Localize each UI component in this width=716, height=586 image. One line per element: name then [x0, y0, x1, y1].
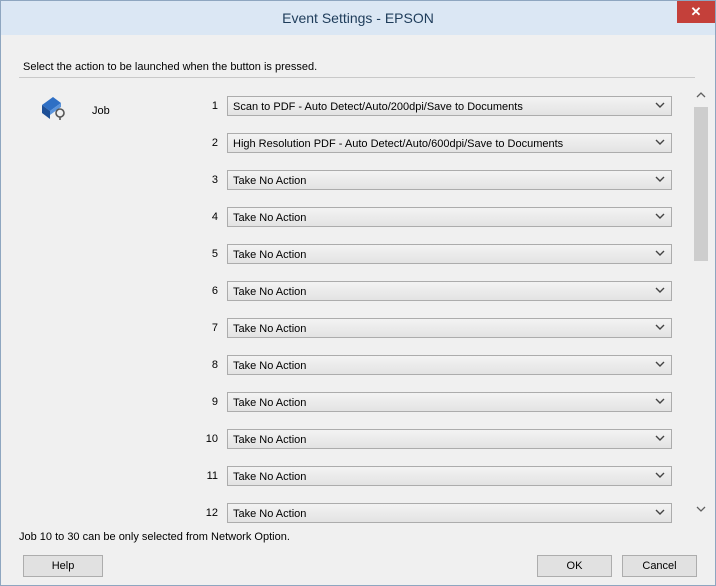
- job-number: 5: [211, 248, 218, 260]
- window-title: Event Settings - EPSON: [282, 10, 434, 26]
- job-number: 11: [206, 470, 218, 482]
- chevron-down-icon: [655, 102, 665, 108]
- footnote-text: Job 10 to 30 can be only selected from N…: [19, 531, 290, 543]
- instruction-text: Select the action to be launched when th…: [23, 61, 318, 73]
- job-row: 4 Take No Action: [196, 207, 672, 229]
- close-button[interactable]: ✕: [677, 1, 715, 23]
- event-settings-window: Event Settings - EPSON ✕ Select the acti…: [0, 0, 716, 586]
- title-bar[interactable]: Event Settings - EPSON ✕: [1, 1, 715, 35]
- job-action-dropdown[interactable]: High Resolution PDF - Auto Detect/Auto/6…: [227, 133, 672, 153]
- dropdown-value: Take No Action: [233, 249, 307, 261]
- divider: [19, 77, 695, 78]
- job-number: 12: [205, 507, 218, 519]
- scanner-job-icon: [42, 97, 65, 120]
- scroll-down-arrow-icon[interactable]: [696, 505, 706, 513]
- job-row: 5 Take No Action: [196, 244, 672, 266]
- job-number: 4: [211, 211, 218, 223]
- job-number: 1: [211, 100, 218, 112]
- job-label: Job: [92, 105, 110, 117]
- job-number: 9: [211, 396, 218, 408]
- job-row: 8 Take No Action: [196, 355, 672, 377]
- dropdown-value: Take No Action: [233, 212, 307, 224]
- job-action-dropdown[interactable]: Take No Action: [227, 503, 672, 523]
- chevron-down-icon: [655, 176, 665, 182]
- dropdown-value: High Resolution PDF - Auto Detect/Auto/6…: [233, 138, 564, 150]
- chevron-down-icon: [655, 361, 665, 367]
- job-row: 10 Take No Action: [196, 429, 672, 451]
- job-number: 6: [211, 285, 218, 297]
- dropdown-value: Take No Action: [233, 175, 307, 187]
- chevron-down-icon: [655, 435, 665, 441]
- job-action-dropdown[interactable]: Take No Action: [227, 170, 672, 190]
- job-action-dropdown[interactable]: Take No Action: [227, 429, 672, 449]
- job-number: 8: [211, 359, 218, 371]
- job-row: 2 High Resolution PDF - Auto Detect/Auto/…: [196, 133, 672, 155]
- dropdown-value: Take No Action: [233, 434, 307, 446]
- chevron-down-icon: [655, 213, 665, 219]
- job-row: 1 Scan to PDF - Auto Detect/Auto/200dpi/S…: [196, 96, 672, 118]
- job-row: 11 Take No Action: [196, 466, 672, 488]
- scroll-up-arrow-icon[interactable]: [696, 91, 706, 99]
- ok-button[interactable]: OK: [537, 555, 612, 577]
- dropdown-value: Scan to PDF - Auto Detect/Auto/200dpi/Sa…: [233, 101, 523, 113]
- chevron-down-icon: [655, 509, 665, 515]
- job-number: 10: [205, 433, 218, 445]
- close-icon: ✕: [690, 4, 702, 19]
- job-action-dropdown[interactable]: Take No Action: [227, 466, 672, 486]
- help-button[interactable]: Help: [23, 555, 103, 577]
- chevron-down-icon: [655, 324, 665, 330]
- chevron-down-icon: [655, 287, 665, 293]
- dropdown-value: Take No Action: [233, 397, 307, 409]
- job-action-dropdown[interactable]: Take No Action: [227, 392, 672, 412]
- job-row: 12 Take No Action: [196, 503, 672, 525]
- dropdown-value: Take No Action: [233, 286, 307, 298]
- job-number: 7: [211, 322, 218, 334]
- job-action-dropdown[interactable]: Take No Action: [227, 318, 672, 338]
- job-action-dropdown[interactable]: Take No Action: [227, 355, 672, 375]
- job-action-dropdown[interactable]: Take No Action: [227, 207, 672, 227]
- vertical-scrollbar[interactable]: [693, 85, 709, 517]
- job-action-dropdown[interactable]: Scan to PDF - Auto Detect/Auto/200dpi/Sa…: [227, 96, 672, 116]
- dropdown-value: Take No Action: [233, 323, 307, 335]
- dropdown-value: Take No Action: [233, 360, 307, 372]
- dropdown-value: Take No Action: [233, 471, 307, 483]
- chevron-down-icon: [655, 398, 665, 404]
- chevron-down-icon: [655, 472, 665, 478]
- job-action-dropdown[interactable]: Take No Action: [227, 281, 672, 301]
- job-number: 2: [211, 137, 218, 149]
- job-row: 6 Take No Action: [196, 281, 672, 303]
- cancel-button[interactable]: Cancel: [622, 555, 697, 577]
- chevron-down-icon: [655, 139, 665, 145]
- chevron-down-icon: [655, 250, 665, 256]
- job-row: 9 Take No Action: [196, 392, 672, 414]
- job-number: 3: [211, 174, 218, 186]
- scroll-thumb[interactable]: [694, 107, 708, 261]
- job-row: 7 Take No Action: [196, 318, 672, 340]
- job-action-dropdown[interactable]: Take No Action: [227, 244, 672, 264]
- dropdown-value: Take No Action: [233, 508, 307, 520]
- job-row: 3 Take No Action: [196, 170, 672, 192]
